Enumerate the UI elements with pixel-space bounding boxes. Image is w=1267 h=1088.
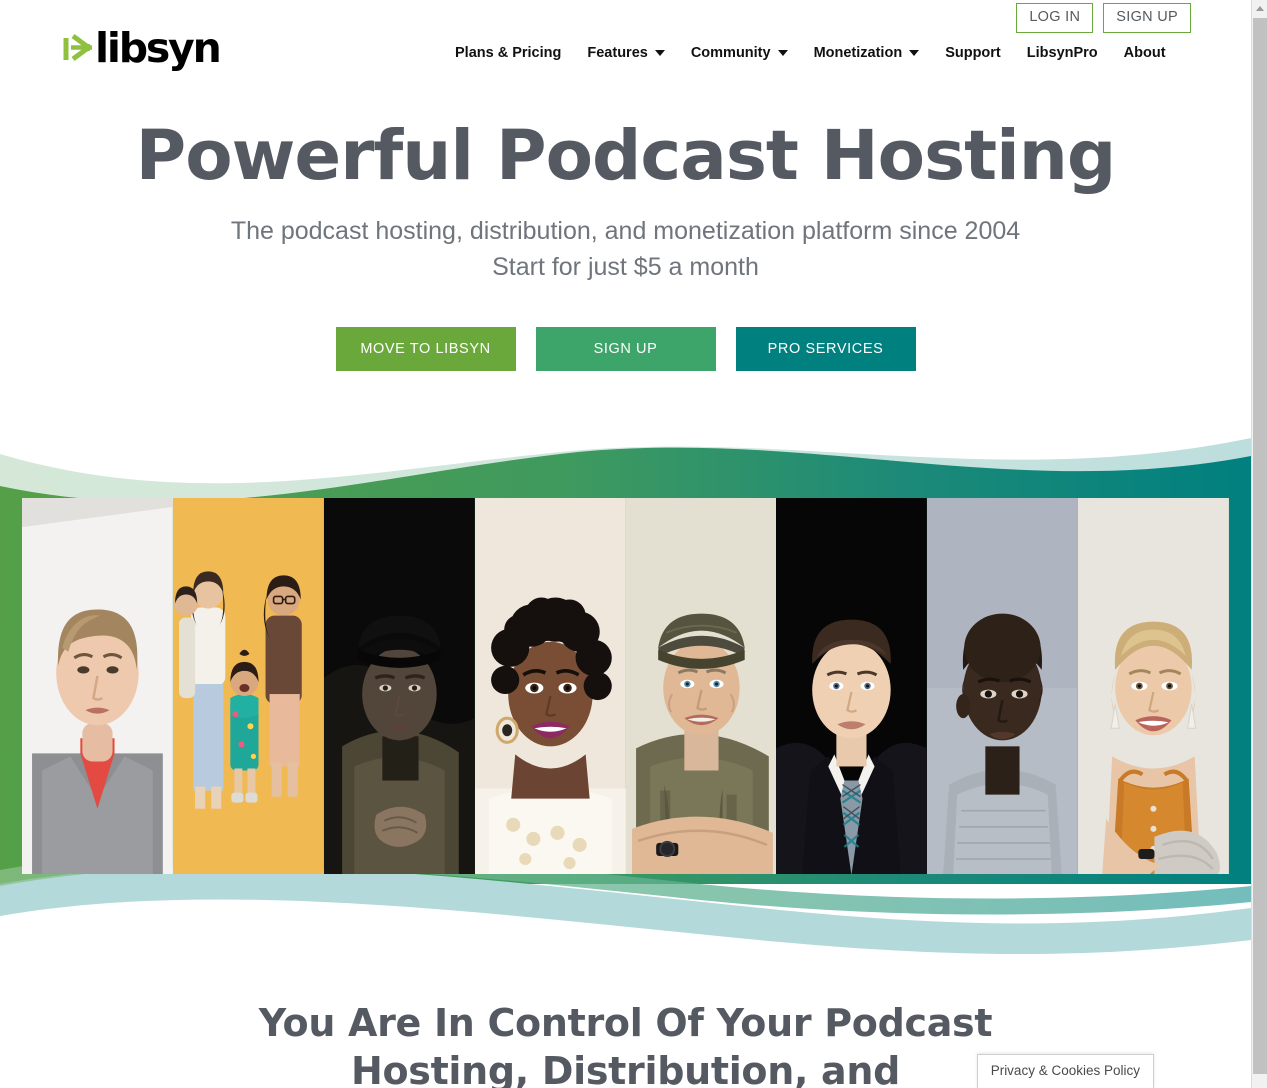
nav-label: LibsynPro [1026,45,1098,61]
section-heading-line2: Hosting, Distribution, and [350,1048,901,1088]
vertical-scrollbar[interactable] [1251,0,1267,1088]
nav-item-monetization[interactable]: Monetization [814,45,920,61]
podcaster-photo-7[interactable] [927,498,1079,874]
logo-wordmark: libsyn [95,23,222,72]
libsyn-logo[interactable]: libsyn [62,23,222,72]
account-buttons: LOG IN SIGN UP [1016,3,1191,33]
chevron-down-icon [777,50,788,56]
podcaster-photo-6[interactable] [776,498,928,874]
pro-services-button[interactable]: PRO SERVICES [735,327,916,372]
privacy-cookies-policy-tab[interactable]: Privacy & Cookies Policy [976,1054,1154,1088]
chevron-down-icon [654,50,665,56]
libsyn-asterisk-logo-icon [62,31,96,65]
section-heading-line1: You Are In Control Of Your Podcast [258,1001,993,1045]
sign-up-button[interactable]: SIGN UP [535,327,716,372]
scrollbar-thumb[interactable] [1253,18,1267,1074]
hero-subtitle-line2: Start for just $5 a month [492,252,759,281]
nav-label: Features [587,45,648,61]
main-navigation: Plans & Pricing Features Community Monet… [455,45,1166,61]
podcaster-photo-4[interactable] [474,498,626,874]
hero-subtitle: The podcast hosting, distribution, and m… [0,214,1251,285]
chevron-down-icon [909,50,920,56]
nav-item-libsynpro[interactable]: LibsynPro [1027,45,1098,61]
nav-label: About [1123,45,1166,61]
nav-label: Plans & Pricing [455,45,562,61]
move-to-libsyn-button[interactable]: MOVE TO LIBSYN [335,327,516,372]
hero-section: Powerful Podcast Hosting The podcast hos… [0,116,1251,372]
page-root: LOG IN SIGN UP libsyn Plans & Pricing Fe… [0,0,1251,1088]
podcaster-photo-5[interactable] [625,498,777,874]
podcaster-photo-2[interactable] [172,498,324,874]
nav-item-community[interactable]: Community [691,45,788,61]
nav-item-features[interactable]: Features [587,45,665,61]
podcaster-gallery-band [0,432,1251,962]
podcaster-photo-3[interactable] [323,498,475,874]
hero-subtitle-line1: The podcast hosting, distribution, and m… [230,217,1021,246]
login-button[interactable]: LOG IN [1016,3,1094,33]
nav-item-about[interactable]: About [1124,45,1166,61]
nav-label: Support [945,45,1001,61]
nav-item-plans-pricing[interactable]: Plans & Pricing [455,45,561,61]
nav-label: Monetization [813,45,903,61]
podcaster-photo-8[interactable] [1078,498,1229,874]
podcaster-photo-strip [22,498,1229,874]
signup-button[interactable]: SIGN UP [1103,3,1191,33]
scroll-up-arrow-icon [1256,6,1264,11]
scroll-up-button[interactable] [1252,0,1267,17]
page-title: Powerful Podcast Hosting [135,116,1117,196]
nav-item-support[interactable]: Support [945,45,1001,61]
hero-cta-group: MOVE TO LIBSYN SIGN UP PRO SERVICES [0,327,1251,372]
podcaster-photo-1[interactable] [22,498,173,874]
nav-label: Community [690,45,771,61]
